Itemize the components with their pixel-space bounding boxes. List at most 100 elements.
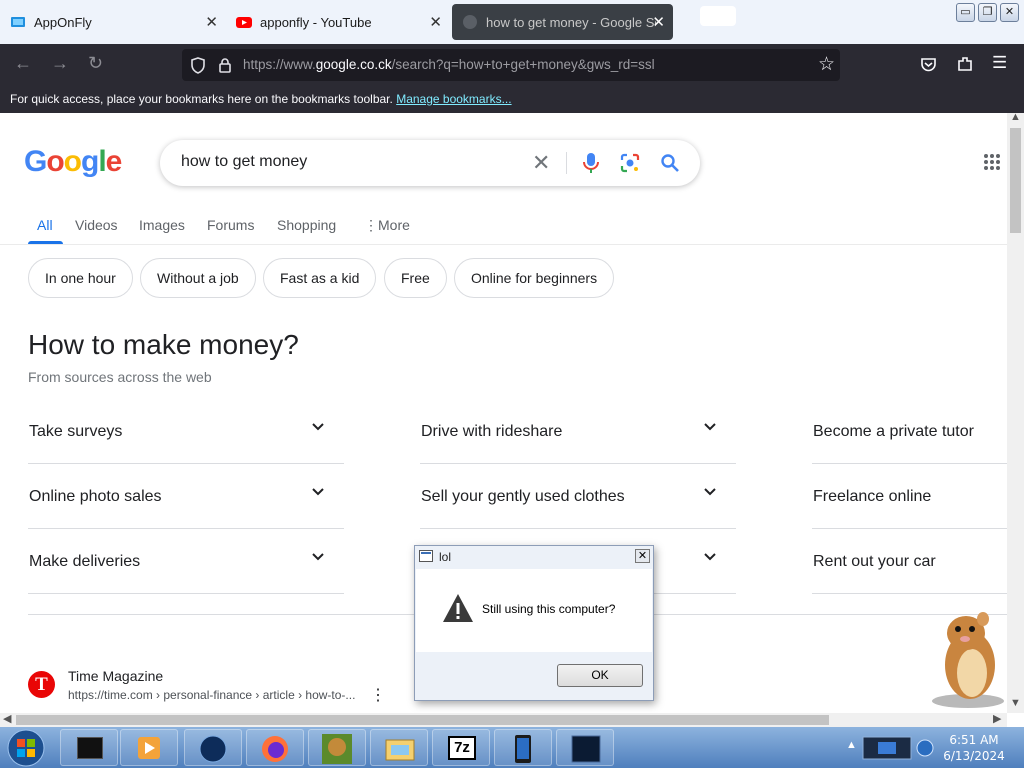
idea-accordion-item[interactable]: Freelance online xyxy=(812,464,1007,529)
search-box[interactable]: how to get money ✕ xyxy=(160,140,700,186)
microphone-icon[interactable] xyxy=(582,152,600,174)
extensions-puzzle-icon[interactable] xyxy=(956,55,974,73)
new-tab-button[interactable] xyxy=(700,6,736,26)
google-logo[interactable]: Google xyxy=(24,145,122,179)
close-window-button[interactable]: ✕ xyxy=(1000,3,1019,22)
network-tray-icon[interactable] xyxy=(916,739,934,757)
bookmarks-toolbar: For quick access, place your bookmarks h… xyxy=(0,86,1024,113)
tab-title: AppOnFly xyxy=(34,14,92,30)
taskbar-app-terminal[interactable] xyxy=(60,729,118,766)
idea-accordion-item[interactable]: Drive with rideshare xyxy=(420,399,736,464)
hamburger-menu-icon[interactable]: ☰ xyxy=(992,53,1007,73)
google-lens-icon[interactable] xyxy=(620,153,640,173)
lock-icon[interactable] xyxy=(218,57,232,73)
result-site-name[interactable]: Time Magazine xyxy=(68,668,163,684)
idea-accordion-item[interactable]: Take surveys xyxy=(28,399,344,464)
logo-letter: l xyxy=(98,145,106,178)
chevron-down-icon[interactable] xyxy=(702,419,718,435)
shield-icon[interactable] xyxy=(190,57,206,74)
result-options-icon[interactable]: ⋮ xyxy=(370,685,386,705)
taskbar-app-7zip[interactable]: 7z xyxy=(432,729,490,766)
result-url[interactable]: https://time.com › personal-finance › ar… xyxy=(68,688,355,702)
restore-button[interactable]: ❐ xyxy=(978,3,997,22)
apponfly-favicon-icon xyxy=(10,14,26,30)
tab-all[interactable]: All xyxy=(37,217,53,233)
pocket-icon[interactable] xyxy=(920,56,937,73)
dialog-message: Still using this computer? xyxy=(482,602,616,616)
system-clock[interactable]: 6:51 AM 6/13/2024 xyxy=(943,732,1005,764)
horizontal-scrollbar[interactable]: ◀ ▶ xyxy=(0,713,1007,727)
close-tab-icon[interactable]: ✕ xyxy=(652,13,665,31)
start-button-icon[interactable] xyxy=(6,729,46,767)
search-divider xyxy=(566,152,567,174)
scroll-right-icon[interactable]: ▶ xyxy=(993,712,1001,725)
tab-images[interactable]: Images xyxy=(139,217,185,233)
chevron-down-icon[interactable] xyxy=(310,419,326,435)
vertical-scrollbar[interactable]: ▲ ▼ xyxy=(1007,111,1024,713)
chevron-down-icon[interactable] xyxy=(702,549,718,565)
tab-shopping[interactable]: Shopping xyxy=(277,217,336,233)
idea-accordion-item[interactable]: Make deliveries xyxy=(28,529,344,594)
tab-more[interactable]: More xyxy=(378,217,410,233)
url-text[interactable]: https://www.google.co.ck/search?q=how+to… xyxy=(243,57,655,72)
refine-chip[interactable]: Fast as a kid xyxy=(263,258,377,298)
bookmark-star-icon[interactable]: ☆ xyxy=(818,53,835,76)
section-heading: How to make money? xyxy=(28,329,299,360)
vertical-scroll-thumb[interactable] xyxy=(1010,128,1021,233)
refine-chip[interactable]: In one hour xyxy=(28,258,133,298)
remote-desktop-tray-icon[interactable] xyxy=(862,733,912,763)
reload-icon[interactable]: ↻ xyxy=(88,53,103,74)
tab-youtube[interactable]: apponfly - YouTube ✕ xyxy=(226,4,450,40)
clear-search-icon[interactable]: ✕ xyxy=(532,150,550,176)
idea-accordion-item[interactable]: Online photo sales xyxy=(28,464,344,529)
search-icon[interactable] xyxy=(660,153,680,173)
address-bar[interactable]: https://www.google.co.ck/search?q=how+to… xyxy=(182,49,840,81)
idea-accordion-item[interactable]: Become a private tutor xyxy=(812,399,1007,464)
taskbar-app-firefox[interactable] xyxy=(246,729,304,766)
taskbar-app-phone[interactable] xyxy=(494,729,552,766)
seven-zip-icon: 7z xyxy=(448,736,476,760)
taskbar-app-window[interactable] xyxy=(556,729,614,766)
scroll-down-icon[interactable]: ▼ xyxy=(1010,697,1021,709)
taskbar-app-explorer[interactable] xyxy=(370,729,428,766)
refine-chip[interactable]: Free xyxy=(384,258,447,298)
taskbar-app-media-player[interactable] xyxy=(120,729,178,766)
close-tab-icon[interactable]: ✕ xyxy=(429,13,442,31)
dialog-close-button[interactable]: ✕ xyxy=(635,549,650,563)
google-apps-grid-icon[interactable] xyxy=(983,153,1001,171)
show-hidden-icons-icon[interactable]: ▲ xyxy=(846,739,857,751)
scroll-up-icon[interactable]: ▲ xyxy=(1010,111,1021,123)
tab-google-search[interactable]: how to get money - Google Se ✕ xyxy=(452,4,673,40)
chevron-down-icon[interactable] xyxy=(310,549,326,565)
taskbar-app-box[interactable] xyxy=(308,729,366,766)
google-favicon-icon xyxy=(462,14,478,30)
forward-arrow-icon[interactable]: → xyxy=(51,53,69,74)
close-tab-icon[interactable]: ✕ xyxy=(205,13,218,31)
bookmarks-hint-text: For quick access, place your bookmarks h… xyxy=(10,92,393,106)
more-vertical-dots-icon[interactable]: ⋮ xyxy=(364,217,378,234)
back-arrow-icon[interactable]: ← xyxy=(14,53,32,74)
manage-bookmarks-link[interactable]: Manage bookmarks... xyxy=(396,92,511,106)
scroll-left-icon[interactable]: ◀ xyxy=(3,712,11,725)
horizontal-scroll-thumb[interactable] xyxy=(16,715,829,725)
tab-forums[interactable]: Forums xyxy=(207,217,254,233)
still-using-dialog: lol ✕ Still using this computer? OK xyxy=(414,545,654,701)
idea-accordion-item[interactable]: Rent out your car xyxy=(812,529,1007,594)
clock-date: 6/13/2024 xyxy=(943,749,1005,763)
chevron-down-icon[interactable] xyxy=(702,484,718,500)
minimize-button[interactable]: ▭ xyxy=(956,3,975,22)
chevron-down-icon[interactable] xyxy=(310,484,326,500)
globe-icon xyxy=(199,735,227,763)
dialog-body: Still using this computer? xyxy=(416,569,652,652)
section-subheading: From sources across the web xyxy=(28,369,212,385)
ok-button[interactable]: OK xyxy=(557,664,643,687)
refine-chip[interactable]: Without a job xyxy=(140,258,256,298)
tab-videos[interactable]: Videos xyxy=(75,217,118,233)
time-magazine-favicon-icon[interactable]: T xyxy=(28,671,55,698)
taskbar-app-globe[interactable] xyxy=(184,729,242,766)
search-query-text[interactable]: how to get money xyxy=(181,153,307,171)
tab-title: apponfly - YouTube xyxy=(260,14,372,30)
refine-chip[interactable]: Online for beginners xyxy=(454,258,615,298)
idea-accordion-item[interactable]: Sell your gently used clothes xyxy=(420,464,736,529)
tab-apponfly[interactable]: AppOnFly ✕ xyxy=(0,4,226,40)
